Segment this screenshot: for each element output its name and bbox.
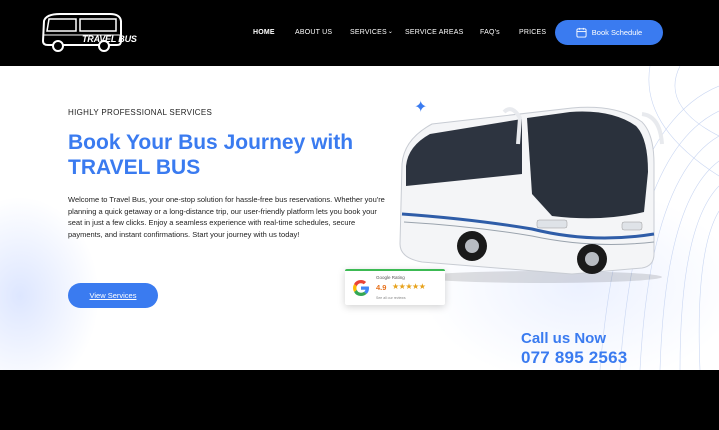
nav-about-us[interactable]: ABOUT US	[295, 29, 332, 36]
site-header: TRAVEL BUS HOME ABOUT US SERVICES⌄ SERVI…	[0, 0, 719, 66]
calendar-icon	[576, 27, 587, 38]
rating-label: Google Rating	[376, 275, 405, 280]
google-icon	[353, 280, 369, 296]
book-schedule-button[interactable]: Book Schedule	[555, 20, 663, 45]
call-us-label: Call us Now	[521, 330, 607, 347]
rating-score: 4.9	[376, 283, 387, 292]
book-schedule-label: Book Schedule	[591, 28, 643, 37]
google-rating-badge[interactable]: Google Rating 4.9 ★★★★★ See all our revi…	[345, 269, 445, 305]
rating-subtext: See all our reviews	[376, 296, 406, 300]
nav-faqs[interactable]: FAQ's	[480, 29, 500, 36]
chevron-down-icon: ⌄	[387, 29, 394, 35]
nav-prices[interactable]: PRICES	[519, 29, 546, 36]
phone-number-link[interactable]: 077 895 2563	[521, 348, 627, 368]
bus-image	[399, 106, 664, 283]
hero-title-line2: TRAVEL BUS	[68, 156, 201, 179]
hero-section: HIGHLY PROFESSIONAL SERVICES Book Your B…	[0, 66, 719, 370]
hero-description: Welcome to Travel Bus, your one-stop sol…	[68, 195, 385, 239]
hero-title-line1: Book Your Bus Journey with	[68, 131, 354, 154]
view-services-button[interactable]: View Services	[68, 283, 158, 308]
rating-stars: ★★★★★	[392, 282, 426, 291]
hero-title: Book Your Bus Journey with TRAVEL BUS	[68, 130, 428, 180]
hero-tagline: HIGHLY PROFESSIONAL SERVICES	[68, 108, 213, 117]
nav-service-areas[interactable]: SERVICE AREAS	[405, 29, 464, 36]
nav-home[interactable]: HOME	[253, 29, 275, 36]
logo-text: TRAVEL BUS	[82, 34, 137, 44]
nav-services-label: SERVICES	[350, 29, 387, 36]
bus-logo-icon[interactable]	[40, 11, 126, 53]
footer-section	[0, 370, 719, 430]
nav-services[interactable]: SERVICES⌄	[350, 29, 393, 36]
